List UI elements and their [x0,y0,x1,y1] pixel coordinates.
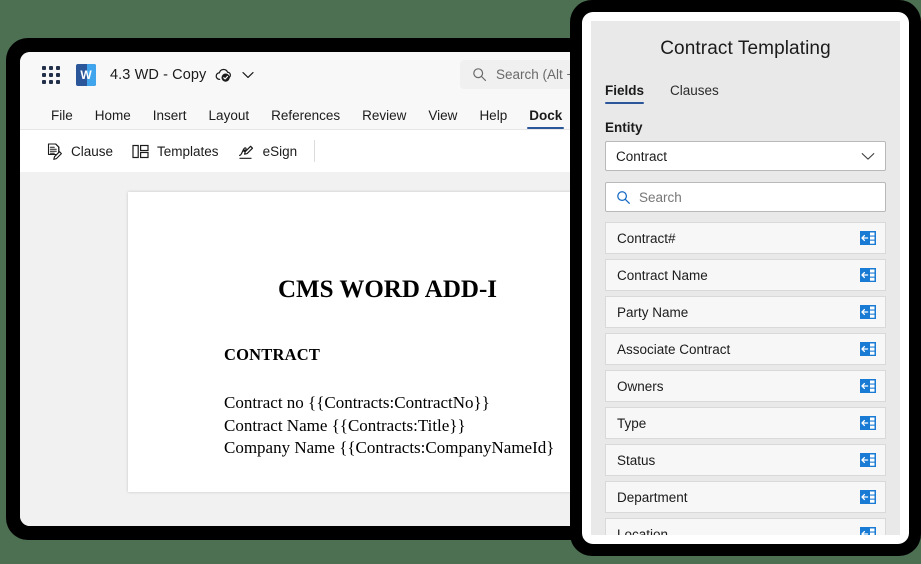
insert-merge-field-icon[interactable] [860,342,876,356]
panel-tab-strip: Fields Clauses [605,77,886,104]
insert-merge-field-icon[interactable] [860,231,876,245]
document-line-company-name: Company Name {{Contracts:CompanyNameId} [224,438,555,457]
field-name: Type [617,415,647,431]
ribbon-tab-home[interactable]: Home [84,108,142,129]
chevron-down-icon [861,149,875,164]
field-row-party-name[interactable]: Party Name [605,296,886,328]
field-name: Contract Name [617,267,708,283]
field-search-placeholder: Search [639,189,682,205]
field-name: Party Name [617,304,689,320]
addin-panel-content: Contract Templating Fields Clauses Entit… [591,21,900,535]
field-name: Status [617,452,656,468]
addin-panel: Contract Templating Fields Clauses Entit… [582,12,909,544]
addin-panel-frame: Contract Templating Fields Clauses Entit… [570,0,921,556]
field-name: Associate Contract [617,341,731,357]
document-line-contract-name: Contract Name {{Contracts:Title}} [224,415,466,435]
field-row-owners[interactable]: Owners [605,370,886,402]
esign-button-label: eSign [262,143,298,159]
field-list: Contract# Contract Name Party Name Assoc… [605,222,886,535]
field-row-type[interactable]: Type [605,407,886,439]
document-body: Contract no {{Contracts:ContractNo}} Con… [224,392,554,460]
app-launcher-waffle-icon[interactable] [42,66,60,84]
field-row-location[interactable]: Location [605,518,886,535]
clause-document-pen-icon [45,142,64,161]
screen: 4.3 WD - Copy [0,0,921,564]
cloud-saved-icon[interactable] [215,68,232,83]
field-name: Contract# [617,230,676,246]
insert-merge-field-icon[interactable] [860,268,876,282]
ribbon-tab-file[interactable]: File [40,108,84,129]
field-row-contract-name[interactable]: Contract Name [605,259,886,291]
ribbon-tab-insert[interactable]: Insert [142,108,198,129]
document-subheading: CONTRACT [224,345,321,364]
field-row-department[interactable]: Department [605,481,886,513]
title-chevron-down-icon[interactable] [242,71,254,79]
field-name: Location [617,526,669,536]
insert-merge-field-icon[interactable] [860,305,876,319]
entity-label: Entity [605,120,643,135]
tab-fields[interactable]: Fields [605,83,645,104]
search-icon [472,67,487,82]
entity-selected-value: Contract [616,148,668,164]
clause-button-label: Clause [71,143,114,159]
ribbon-separator [314,140,316,162]
entity-select[interactable]: Contract [605,141,886,171]
field-name: Department [617,489,688,505]
document-line-contract-no: Contract no {{Contracts:ContractNo}} [224,393,490,412]
templates-layout-icon [131,142,150,161]
clause-button[interactable]: Clause [36,136,122,166]
esign-button[interactable]: eSign [228,136,307,166]
insert-merge-field-icon[interactable] [860,527,876,535]
tab-clauses[interactable]: Clauses [670,83,719,104]
templates-button[interactable]: Templates [122,136,228,166]
templates-button-label: Templates [157,143,219,159]
field-row-contract-number[interactable]: Contract# [605,222,886,254]
panel-title: Contract Templating [660,38,831,59]
esign-signature-pen-icon [237,142,256,161]
field-search-input[interactable]: Search [605,182,886,212]
ribbon-tab-references[interactable]: References [260,108,351,129]
search-placeholder: Search (Alt + [496,67,575,82]
insert-merge-field-icon[interactable] [860,379,876,393]
insert-merge-field-icon[interactable] [860,490,876,504]
word-logo-icon [76,64,96,86]
ribbon-tab-view[interactable]: View [417,108,468,129]
ribbon-tab-review[interactable]: Review [351,108,417,129]
ribbon-tab-help[interactable]: Help [468,108,518,129]
ribbon-tab-dock[interactable]: Dock [518,108,573,129]
insert-merge-field-icon[interactable] [860,416,876,430]
insert-merge-field-icon[interactable] [860,453,876,467]
document-heading: CMS WORD ADD-I [278,276,497,303]
search-icon [616,190,631,205]
field-name: Owners [617,378,664,394]
field-row-status[interactable]: Status [605,444,886,476]
ribbon-tab-layout[interactable]: Layout [198,108,261,129]
document-title[interactable]: 4.3 WD - Copy [110,67,206,83]
field-row-associate-contract[interactable]: Associate Contract [605,333,886,365]
